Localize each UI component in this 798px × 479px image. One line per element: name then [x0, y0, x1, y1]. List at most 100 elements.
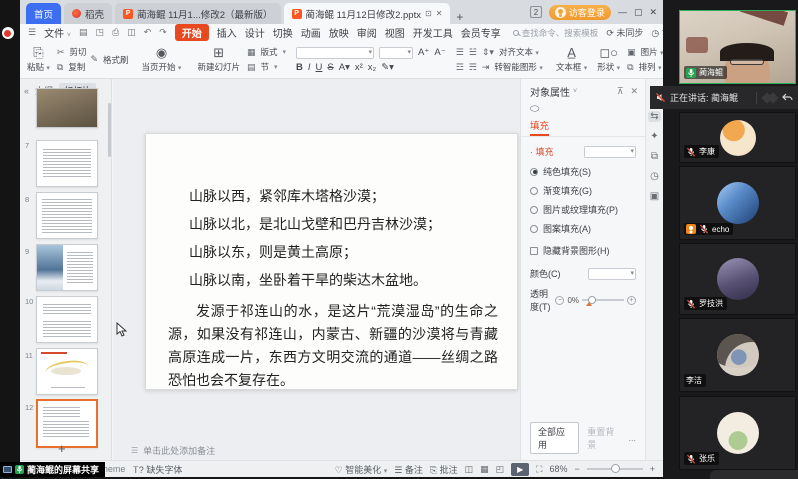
slide-thumbnail-map[interactable] [36, 348, 98, 395]
hamburger-icon[interactable]: ☰ [28, 27, 36, 38]
close-panel-icon[interactable]: ✕ [630, 86, 638, 97]
menu-animation[interactable]: 动画 [301, 25, 321, 40]
slideshow-play-button[interactable]: ▶ [511, 463, 529, 476]
line-spacing-icon[interactable]: ⇕▾ [482, 47, 494, 58]
font-color-button[interactable]: A▾ [339, 62, 350, 73]
more-options-icon[interactable]: ... [628, 433, 636, 443]
preview-icon[interactable]: ◫ [127, 27, 136, 38]
tab-home[interactable]: 首页 [26, 3, 61, 24]
sorter-view-icon[interactable]: ▦ [480, 464, 489, 475]
add-slide-button[interactable]: + [58, 441, 66, 456]
align-left-icon[interactable]: ☲ [456, 62, 464, 73]
menu-slideshow[interactable]: 放映 [329, 25, 349, 40]
layers-icon[interactable]: ⧉ [651, 151, 658, 162]
reset-background-button[interactable]: 重置背景 [587, 425, 620, 451]
tab-document-2-active[interactable]: P蔺海鲲 11月12日修改2.pptx⊡✕ [284, 3, 451, 24]
pin-panel-icon[interactable]: ⊼ [617, 86, 624, 97]
redo-icon[interactable]: ↷ [159, 27, 167, 38]
option-pattern-fill[interactable]: 图案填充(A) [521, 219, 645, 238]
participant-tile[interactable]: 张乐 [679, 396, 796, 470]
floating-widget-icon[interactable] [2, 27, 14, 39]
normal-view-icon[interactable]: ◫ [465, 464, 474, 475]
new-slide-button[interactable]: ⊞新建幻灯片 [194, 43, 243, 76]
print-icon[interactable]: ⎙ [112, 27, 119, 38]
participant-tile[interactable]: echo [679, 166, 796, 240]
picture-button[interactable]: 图片 ▾ [641, 46, 663, 58]
bullet-list-icon[interactable]: ☰ [456, 47, 464, 58]
transparency-slider[interactable]: − 0% + [555, 296, 636, 305]
layout-button[interactable]: ▦版式 ▾ [247, 46, 286, 58]
shapes-button[interactable]: ◻○形状 ▾ [594, 43, 623, 76]
italic-button[interactable]: I [308, 62, 311, 73]
undo-icon[interactable]: ↶ [144, 27, 152, 38]
increase-font-icon[interactable]: A⁺ [418, 47, 429, 58]
collapse-panel-icon[interactable]: « [24, 86, 29, 96]
slide-thumbnail-selected[interactable] [36, 399, 98, 448]
option-gradient-fill[interactable]: 渐变填充(G) [521, 181, 645, 200]
apply-all-button[interactable]: 全部应用 [530, 422, 579, 454]
close-tab-icon[interactable]: ✕ [436, 9, 443, 18]
close-button[interactable]: ✕ [649, 7, 657, 18]
cut-button[interactable]: ✂剪切 [57, 46, 87, 58]
slide-thumbnail[interactable] [36, 296, 98, 343]
bold-button[interactable]: B [296, 62, 303, 73]
tab-document-1[interactable]: P蔺海鲲 11月1...修改2（最新版） [115, 3, 281, 24]
strikethrough-button[interactable]: S [327, 62, 333, 73]
tab-docer[interactable]: 稻壳 [64, 3, 112, 24]
media-icon[interactable]: ▣ [650, 191, 659, 202]
notes-toggle[interactable]: ☰ 备注 [394, 463, 423, 476]
sync-status[interactable]: ⟳ 未同步 [606, 26, 643, 39]
option-picture-fill[interactable]: 图片或纹理填充(P) [521, 200, 645, 219]
color-combo[interactable] [588, 268, 636, 280]
fit-window-icon[interactable]: ⛶ [536, 464, 542, 475]
indent-icon[interactable]: ⇥ [482, 62, 490, 73]
menu-insert[interactable]: 插入 [217, 25, 237, 40]
tab-fill[interactable]: 填充 [530, 118, 549, 136]
align-text-button[interactable]: 对齐文本 ▾ [499, 46, 539, 58]
menu-start[interactable]: 开始 [175, 24, 209, 41]
menu-member[interactable]: 会员专享 [461, 25, 501, 40]
paste-button[interactable]: ⎘粘贴 ▾ [24, 43, 53, 76]
command-search[interactable]: 查找命令、搜索模板 [513, 27, 599, 39]
zoom-in-icon[interactable]: + [650, 464, 655, 474]
missing-font-warning[interactable]: Ꭲ? 缺失字体 [133, 463, 182, 476]
save-icon[interactable]: ▤ [79, 27, 88, 38]
menu-view[interactable]: 视图 [385, 25, 405, 40]
screen-share-overlay[interactable]: 蔺海鲲的屏幕共享 [0, 462, 105, 477]
menu-review[interactable]: 审阅 [357, 25, 377, 40]
increase-icon[interactable]: + [627, 296, 636, 305]
reading-view-icon[interactable]: ◰ [496, 464, 505, 475]
panel-scrollbar[interactable] [108, 103, 111, 157]
underline-button[interactable]: U [316, 62, 323, 73]
to-smartart-button[interactable]: 转智能图形 ▾ [494, 61, 542, 73]
highlight-button[interactable]: ✎▾ [381, 62, 394, 73]
superscript-button[interactable]: x² [355, 62, 363, 73]
notes-bar[interactable]: ☰ 单击此处添加备注 [113, 443, 215, 458]
reply-arrow-icon[interactable] [781, 92, 793, 103]
tab-count-badge[interactable]: 2 [530, 6, 542, 18]
section-button[interactable]: ▤节 ▾ [247, 61, 286, 73]
comments-toggle[interactable]: ⎘ 批注 [430, 463, 458, 476]
menu-file[interactable]: 文件 ˅ [44, 25, 71, 40]
menu-transition[interactable]: 切换 [273, 25, 293, 40]
participant-tile[interactable]: 李洁 [679, 318, 796, 392]
option-hide-bg[interactable]: 隐藏背景图形(H) [521, 241, 645, 260]
slide-textbox[interactable]: 山脉以西，紧邻库木塔格沙漠； 山脉以北，是北山戈壁和巴丹吉林沙漠； 山脉以东，则… [168, 182, 498, 392]
slide-thumbnail[interactable] [36, 88, 98, 128]
slide-canvas[interactable]: 山脉以西，紧邻库木塔格沙漠； 山脉以北，是北山戈壁和巴丹吉林沙漠； 山脉以东，则… [113, 79, 540, 460]
zoom-slider[interactable] [587, 468, 643, 470]
menu-design[interactable]: 设计 [245, 25, 265, 40]
slide-thumbnail[interactable] [36, 244, 98, 291]
decrease-font-icon[interactable]: A⁻ [434, 47, 445, 58]
minimize-button[interactable]: — [618, 7, 627, 17]
format-painter-button[interactable]: ✎格式刷 [90, 54, 128, 66]
current-slide[interactable]: 山脉以西，紧邻库木塔格沙漠； 山脉以北，是北山戈壁和巴丹吉林沙漠； 山脉以东，则… [145, 133, 518, 390]
participant-tile[interactable]: 罗技洪 [679, 243, 796, 315]
fill-style-combo[interactable] [584, 146, 636, 158]
copy-button[interactable]: ⧉复制 [57, 61, 87, 73]
pin-tab-icon[interactable]: ⊡ [425, 9, 432, 18]
participant-tile-video[interactable]: 蔺海鲲 [679, 10, 796, 84]
effects-icon[interactable]: ✦ [650, 131, 658, 142]
font-name-combo[interactable] [296, 47, 374, 59]
font-size-combo[interactable] [379, 47, 413, 59]
